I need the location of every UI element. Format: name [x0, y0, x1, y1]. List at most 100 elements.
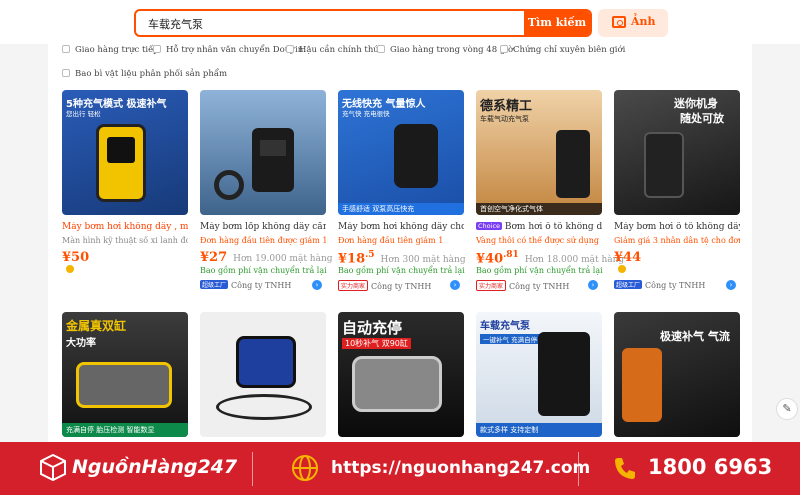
product-device: [352, 356, 442, 412]
tire-graphic: [214, 170, 244, 200]
product-price: ¥18.5Hơn 300 mặt hàng: [338, 250, 466, 267]
image-subcaption: 一键补气 充满自停: [480, 334, 541, 344]
filter-checkbox[interactable]: Giao hàng trực tiếp: [62, 45, 159, 55]
image-subcaption: 车载气动充气泵: [480, 115, 529, 123]
filter-checkbox[interactable]: Chứng chỉ xuyên biên giới: [500, 45, 625, 55]
edit-icon[interactable]: ✎: [776, 398, 798, 420]
shipping-info: Bao gồm phí vận chuyển trả lại: [338, 266, 465, 275]
product-promo: Màn hình kỹ thuật số xi lanh đơn: [62, 236, 188, 245]
product-title[interactable]: Máy bơm hơi không dây cho ô: [338, 222, 464, 232]
filter-label: Giao hàng trực tiếp: [75, 45, 159, 55]
footer-banner: NguồnHàng247 https://nguonhang247.com 18…: [0, 442, 800, 495]
checkbox-icon[interactable]: [153, 45, 161, 53]
merchant-badge: 实力商家: [338, 280, 369, 291]
product-image[interactable]: 极速补气 气流: [614, 312, 740, 437]
info-icon[interactable]: ›: [312, 280, 322, 290]
product-image[interactable]: 德系精工 车载气动充气泵 首创空气净化式气体: [476, 90, 602, 215]
product-device: [252, 128, 294, 192]
image-banner: 充满自停 胎压检测 智能数显: [62, 423, 188, 437]
product-image[interactable]: 自动充停 10秒补气 双90缸: [338, 312, 464, 437]
product-image[interactable]: 5种充气模式 极速补气 您出行 轻松: [62, 90, 188, 215]
globe-icon: [292, 455, 318, 481]
info-icon[interactable]: ›: [588, 280, 598, 290]
gold-badge-icon: [66, 265, 74, 273]
search-box[interactable]: 车载充气泵 Tìm kiếm: [134, 9, 592, 37]
factory-badge: 超级工厂: [200, 280, 229, 289]
image-caption: 迷你机身: [674, 97, 718, 110]
divider: [578, 452, 579, 486]
filter-label: Hậu cần chính thức: [299, 45, 384, 55]
image-search-button[interactable]: Ảnh: [598, 9, 668, 37]
product-image[interactable]: [200, 312, 326, 437]
checkbox-icon[interactable]: [377, 45, 385, 53]
product-device: [644, 132, 684, 198]
image-caption: 极速补气 气流: [660, 330, 730, 343]
image-caption: 金属真双缸: [66, 319, 127, 333]
brand-name: NguồnHàng247: [72, 456, 238, 478]
product-promo: Giảm giá 3 nhân dân tệ cho đơn: [614, 236, 740, 245]
shipping-info: Bao gồm phí vận chuyển trả lại: [476, 266, 603, 275]
filter-checkbox[interactable]: Hậu cần chính thức: [286, 45, 384, 55]
image-subcaption: 随处可放: [680, 112, 724, 125]
hotline-number[interactable]: 1800 6963: [648, 455, 772, 479]
image-subcaption: 大功率: [66, 338, 96, 349]
checkbox-icon[interactable]: [286, 45, 294, 53]
product-image[interactable]: 迷你机身 随处可放: [614, 90, 740, 215]
product-device: [538, 332, 590, 416]
info-icon[interactable]: ›: [726, 280, 736, 290]
company-info[interactable]: 超级工厂 Công ty TNHH: [200, 280, 291, 290]
product-device: [236, 336, 296, 388]
image-search-label: Ảnh: [631, 15, 656, 28]
camera-icon: [612, 16, 626, 28]
filter-checkbox[interactable]: Giao hàng trong vòng 48 giờ: [377, 45, 513, 55]
product-price: ¥27 Hơn 19.000 mặt hàng: [200, 250, 333, 265]
product-price: ¥40.81Hơn 18.000 mặt hàng: [476, 250, 625, 267]
info-icon[interactable]: ›: [450, 280, 460, 290]
product-price: ¥44: [614, 250, 642, 265]
shipping-info: Bao gồm phí vận chuyển trả lại: [200, 266, 327, 275]
company-info[interactable]: 实力商家 Công ty TNHH: [476, 280, 569, 291]
checkbox-icon[interactable]: [500, 45, 508, 53]
choice-badge: Choice: [476, 222, 503, 230]
filter-label: Hỗ trợ nhân văn chuyển Douyin.: [166, 45, 306, 55]
filter-checkbox[interactable]: Hỗ trợ nhân văn chuyển Douyin.: [153, 45, 306, 55]
product-image[interactable]: 无线快充 气量惊人 充气快 充电很快 手感舒适 双泵高压快充: [338, 90, 464, 215]
search-input[interactable]: 车载充气泵: [148, 16, 203, 32]
merchant-badge: 实力商家: [476, 280, 507, 291]
factory-badge: 超级工厂: [614, 280, 643, 289]
search-button[interactable]: Tìm kiếm: [524, 11, 590, 35]
product-device: [622, 348, 662, 422]
product-title[interactable]: Máy bơm hơi ô tô không dây c: [614, 222, 740, 232]
company-info[interactable]: 实力商家 Công ty TNHH: [338, 280, 431, 291]
product-title[interactable]: Máy bơm hơi không dây , máy: [62, 222, 188, 232]
product-device: [76, 362, 172, 408]
top-bar: 车载充气泵 Tìm kiếm Ảnh: [0, 0, 800, 44]
product-price: ¥50: [62, 250, 90, 265]
product-title[interactable]: Máy bơm lốp không dây cầm t: [200, 222, 326, 232]
image-caption: 自动充停: [342, 319, 403, 337]
image-caption: 车载充气泵: [480, 321, 530, 332]
filter-label: Chứng chỉ xuyên biên giới: [513, 45, 626, 55]
website-link[interactable]: https://nguonhang247.com: [331, 458, 590, 478]
divider: [252, 452, 253, 486]
image-banner: 款式多样 支持定制: [476, 423, 602, 437]
product-title[interactable]: Choice Bơm hơi ô tô không dây: [476, 222, 602, 232]
image-subcaption: 充气快 充电很快: [342, 110, 390, 118]
filter-label: Bao bì vật liệu phân phối sản phẩm: [75, 69, 228, 79]
company-info[interactable]: 超级工厂 Công ty TNHH: [614, 280, 705, 290]
image-caption: 德系精工: [480, 99, 533, 114]
product-image[interactable]: 金属真双缸 大功率 充满自停 胎压检测 智能数显: [62, 312, 188, 437]
checkbox-icon[interactable]: [62, 69, 70, 77]
gold-badge-icon: [618, 265, 626, 273]
box-icon: [40, 453, 66, 482]
checkbox-icon[interactable]: [62, 45, 70, 53]
product-device: [96, 124, 146, 202]
filter-checkbox[interactable]: Bao bì vật liệu phân phối sản phẩm: [62, 69, 227, 79]
product-promo: Vàng thôi có thể được sử dụng để: [476, 236, 602, 245]
product-image[interactable]: [200, 90, 326, 215]
product-promo: Đơn hàng đầu tiên được giảm 1: [200, 236, 326, 245]
hose-graphic: [216, 394, 312, 420]
image-subcaption: 您出行 轻松: [66, 110, 101, 118]
product-device: [394, 124, 438, 188]
product-image[interactable]: 车载充气泵 一键补气 充满自停 款式多样 支持定制: [476, 312, 602, 437]
